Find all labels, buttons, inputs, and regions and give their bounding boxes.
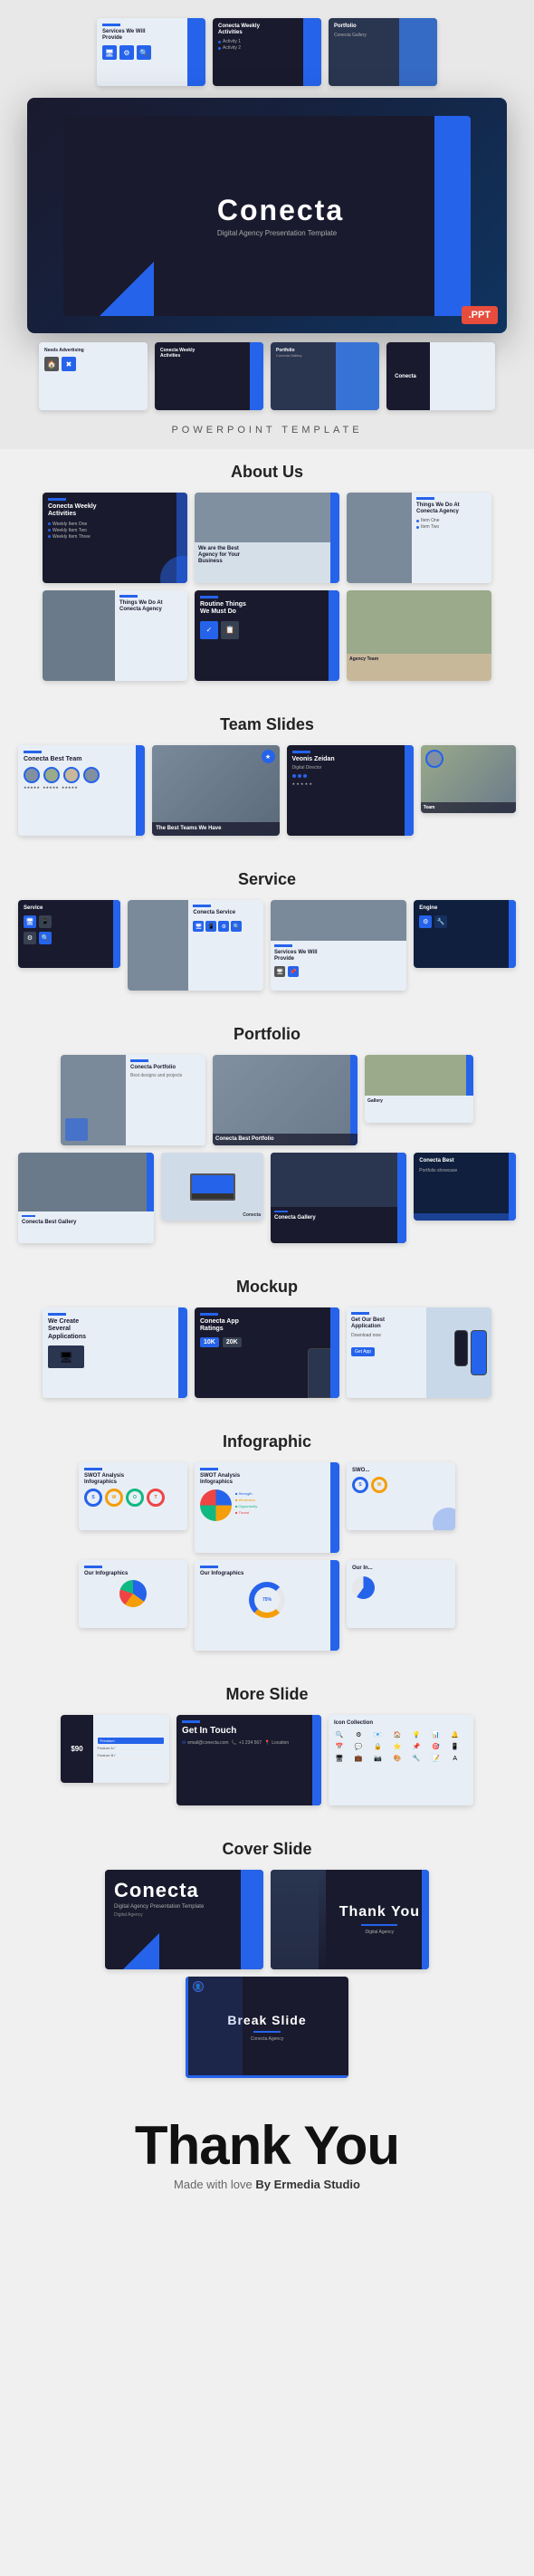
portfolio-slide-1: Conecta Portfolio Best designs and proje… <box>61 1055 205 1145</box>
more-row-1: ...ng Table $90 Premium Feature A ✓ Feat… <box>18 1715 516 1805</box>
portfolio-slide-7: Conecta Best Portfolio showcase <box>414 1153 516 1221</box>
preview-slide-1: Services We WillProvide 🖥 ⚙ 🔍 <box>97 18 205 86</box>
mockup-section: Mockup We CreateSeveralApplications 🖥 Co… <box>0 1264 534 1419</box>
preview-below-4: Conecta <box>386 342 495 410</box>
service-slide-3: Services We WillProvide 🖥 📌 <box>271 900 406 991</box>
infographic-row-1: SWOT AnalysisInfographics S W O T SWOT A… <box>18 1462 516 1553</box>
service-section: Service Service 🖥 📱 ⚙ 🔍 <box>0 857 534 1011</box>
by-studio-text: By Ermedia Studio <box>255 2178 360 2191</box>
team-slide-4: Team <box>421 745 516 813</box>
cover-title: Cover Slide <box>18 1840 516 1859</box>
team-slide-2: The Best Teams We Have ★ <box>152 745 279 836</box>
infographic-slide-4: Our Infographics <box>79 1560 187 1628</box>
service-slide-1: Service 🖥 📱 ⚙ 🔍 <box>18 900 120 968</box>
about-row-1: Conecta WeeklyActivities Weekly Item One… <box>18 493 516 583</box>
infographic-slide-5: Our Infographics 75% <box>195 1560 339 1651</box>
hero-logo: Conecta <box>217 194 344 227</box>
team-row-1: Conecta Best Team ★★★★★ ★★★★★ ★★★★★ <box>18 745 516 836</box>
mockup-slide-1: We CreateSeveralApplications 🖥 <box>43 1307 187 1398</box>
hero-section: Services We WillProvide 🖥 ⚙ 🔍 Conecta We… <box>0 0 534 449</box>
mockup-title: Mockup <box>18 1278 516 1297</box>
mockup-slide-2: Conecta AppRatings 10K 20K <box>195 1307 339 1398</box>
team-section: Team Slides Conecta Best Team ★★★★★ ★★★★… <box>0 702 534 857</box>
infographic-slide-6: Our In... <box>347 1560 455 1628</box>
infographic-slide-2: SWOT AnalysisInfographics ■ Strength ■ W… <box>195 1462 339 1553</box>
break-slide-container: Break Slide Conecta Agency 👤 <box>18 1977 516 2078</box>
get-in-touch-label: Get In Touch <box>182 1726 316 1736</box>
more-slide-2: Get In Touch ✉ email@conecta.com 📞 +1 23… <box>176 1715 321 1805</box>
portfolio-title: Portfolio <box>18 1025 516 1044</box>
cover-section: Cover Slide Conecta Digital Agency Prese… <box>0 1826 534 2092</box>
preview-below-3: Portfolio Conecta Gallery <box>271 342 379 410</box>
about-section: About Us Conecta WeeklyActivities Weekly… <box>0 449 534 702</box>
powerpoint-label: POWERPOINT TEMPLATE <box>171 425 362 436</box>
portfolio-slide-5: Conecta <box>161 1153 263 1221</box>
about-slide-2: We are the BestAgency for YourBusiness <box>195 493 339 583</box>
monitor-mockup: Conecta Digital Agency Presentation Temp… <box>27 98 507 333</box>
mockup-row-1: We CreateSeveralApplications 🖥 Conecta A… <box>18 1307 516 1398</box>
cover-slide-1: Conecta Digital Agency Presentation Temp… <box>105 1870 263 1969</box>
ppt-badge: .PPT <box>462 306 498 324</box>
hero-preview-slides: Services We WillProvide 🖥 ⚙ 🔍 Conecta We… <box>97 18 437 86</box>
cover-row-1: Conecta Digital Agency Presentation Temp… <box>18 1870 516 1969</box>
infographic-slide-1: SWOT AnalysisInfographics S W O T <box>79 1462 187 1530</box>
thank-you-heading: Thank You <box>135 2119 399 2173</box>
infographic-section: Infographic SWOT AnalysisInfographics S … <box>0 1419 534 1671</box>
made-with-text: Made with love <box>174 2178 253 2191</box>
portfolio-slide-4: Conecta Best Gallery <box>18 1153 154 1243</box>
cover-break-slide: Break Slide Conecta Agency 👤 <box>186 1977 348 2078</box>
more-slide-3: Icon Collection 🔍 ⚙ 📧 🏠 💡 📊 🔔 📅 💬 🔒 ⭐ 📌 … <box>329 1715 473 1805</box>
service-slide-2: Conecta Service 🖥 📱 ⚙ 🔍 <box>128 900 263 991</box>
about-slide-6: Agency Team <box>347 590 491 681</box>
preview-slide-2: Conecta WeeklyActivities Activity 1 Acti… <box>213 18 321 86</box>
portfolio-slide-6: Conecta Gallery <box>271 1153 406 1243</box>
about-slide-3: Things We Do AtConecta Agency Item One I… <box>347 493 491 583</box>
more-slide-1: ...ng Table $90 Premium Feature A ✓ Feat… <box>61 1715 169 1783</box>
about-title: About Us <box>18 463 516 482</box>
portfolio-row-2: Conecta Best Gallery Conecta <box>18 1153 516 1243</box>
portfolio-slide-3: Gallery <box>365 1055 473 1123</box>
portfolio-section: Portfolio Conecta Portfolio Best designs… <box>0 1011 534 1264</box>
below-monitor-slides: Needs Advertising 🏠 ✖ Conecta WeeklyActi… <box>39 342 495 410</box>
about-row-2: Things We Do AtConecta Agency Routine Th… <box>18 590 516 681</box>
infographic-slide-3: SWO... S W <box>347 1462 455 1530</box>
mockup-slide-3: Get Our BestApplication Download now Get… <box>347 1307 491 1398</box>
more-title: More Slide <box>18 1685 516 1704</box>
team-slide-1: Conecta Best Team ★★★★★ ★★★★★ ★★★★★ <box>18 745 145 836</box>
team-title: Team Slides <box>18 715 516 734</box>
hero-subtitle: Digital Agency Presentation Template <box>217 229 344 237</box>
made-with-love-text: Made with love By Ermedia Studio <box>174 2178 360 2191</box>
infographic-row-2: Our Infographics Our Infographics 75% Ou… <box>18 1560 516 1651</box>
portfolio-slide-2: Conecta Best Portfolio <box>213 1055 358 1145</box>
preview-below-1: Needs Advertising 🏠 ✖ <box>39 342 148 410</box>
preview-below-2: Conecta WeeklyActivities <box>155 342 263 410</box>
about-slide-4: Things We Do AtConecta Agency <box>43 590 187 681</box>
service-row-1: Service 🖥 📱 ⚙ 🔍 Conecta Service <box>18 900 516 991</box>
about-slide-5: Routine ThingsWe Must Do ✓ 📋 <box>195 590 339 681</box>
final-thank-you: Thank You Made with love By Ermedia Stud… <box>0 2092 534 2218</box>
infographic-title: Infographic <box>18 1432 516 1451</box>
preview-slide-3: Portfolio Conecta Gallery <box>329 18 437 86</box>
portfolio-row-1: Conecta Portfolio Best designs and proje… <box>18 1055 516 1145</box>
service-slide-4: Engine ⚙ 🔧 <box>414 900 516 968</box>
team-slide-3: Veonis Zeidan Digital Director ★ ★ ★ ★ ★ <box>287 745 414 836</box>
more-section: More Slide ...ng Table $90 Premium Featu… <box>0 1671 534 1826</box>
service-title: Service <box>18 870 516 889</box>
about-slide-1: Conecta WeeklyActivities Weekly Item One… <box>43 493 187 583</box>
cover-slide-2: Thank You Digital Agency <box>271 1870 429 1969</box>
